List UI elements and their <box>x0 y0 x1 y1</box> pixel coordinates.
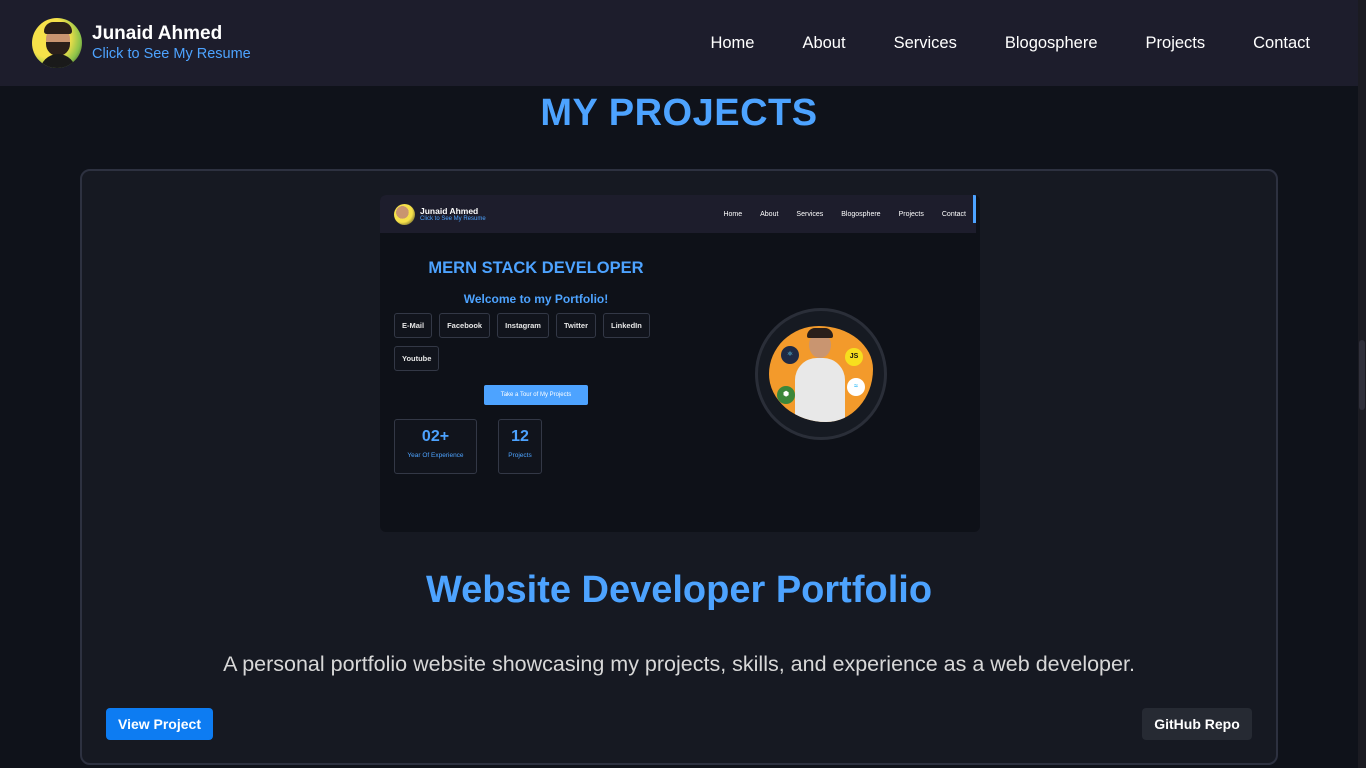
nav-contact[interactable]: Contact <box>1253 34 1310 53</box>
preview-nav-item: About <box>760 210 779 218</box>
project-description: A personal portfolio website showcasing … <box>223 652 1135 676</box>
preview-social-youtube: Youtube <box>394 346 440 371</box>
preview-stat-projects: 12 Projects <box>498 419 542 474</box>
preview-nav-item: Home <box>723 210 743 218</box>
project-card: Junaid Ahmed Click to See My Resume Home… <box>80 169 1278 765</box>
react-icon: ⚛ <box>781 346 799 364</box>
main-nav: Home About Services Blogosphere Projects… <box>710 34 1310 53</box>
preview-brand-name: Junaid Ahmed <box>420 205 479 216</box>
nav-home[interactable]: Home <box>710 34 754 53</box>
profile-avatar-icon <box>32 18 82 68</box>
preview-headline: MERN STACK DEVELOPER <box>428 259 644 277</box>
nav-services[interactable]: Services <box>894 34 957 53</box>
preview-social-facebook: Facebook <box>439 313 491 338</box>
preview-social-email: E-Mail <box>394 313 433 338</box>
preview-social-linkedin: LinkedIn <box>603 313 650 338</box>
nav-projects[interactable]: Projects <box>1146 34 1206 53</box>
preview-nav-item: Blogosphere <box>841 210 881 218</box>
top-navbar: Junaid Ahmed Click to See My Resume Home… <box>0 0 1358 86</box>
javascript-icon: JS <box>845 348 863 366</box>
preview-avatar-icon <box>394 203 415 225</box>
preview-stat-label: Projects <box>508 452 532 459</box>
nav-blogosphere[interactable]: Blogosphere <box>1005 34 1098 53</box>
tailwind-icon: ≈ <box>847 378 865 396</box>
preview-stat-value: 02+ <box>421 428 450 445</box>
resume-link[interactable]: Click to See My Resume <box>92 45 251 63</box>
brand-name: Junaid Ahmed <box>92 23 223 44</box>
preview-stat-value: 12 <box>511 428 529 445</box>
preview-stat-label: Year Of Experience <box>407 452 464 459</box>
scrollbar-thumb[interactable] <box>1359 340 1365 410</box>
preview-photo-blob: ⚛ JS ≈ ⬢ <box>769 326 873 422</box>
github-repo-button[interactable]: GitHub Repo <box>1142 708 1252 740</box>
preview-nav-item: Contact <box>941 210 966 218</box>
preview-nav-item: Projects <box>898 210 924 218</box>
preview-nav-item: Services <box>796 210 824 218</box>
preview-profile-photo: ⚛ JS ≈ ⬢ <box>755 308 887 440</box>
preview-social-links: E-Mail Facebook Instagram Twitter Linked… <box>394 313 694 371</box>
preview-stat-experience: 02+ Year Of Experience <box>394 419 477 474</box>
preview-social-instagram: Instagram <box>497 313 549 338</box>
preview-navbar: Junaid Ahmed Click to See My Resume Home… <box>380 195 976 233</box>
preview-brand: Junaid Ahmed Click to See My Resume <box>394 203 486 225</box>
preview-tour-button: Take a Tour of My Projects <box>484 385 588 405</box>
preview-resume-link: Click to See My Resume <box>420 215 486 222</box>
view-project-button[interactable]: View Project <box>106 708 213 740</box>
project-title: Website Developer Portfolio <box>425 569 933 611</box>
preview-welcome: Welcome to my Portfolio! <box>463 292 609 306</box>
brand-resume-link[interactable]: Junaid Ahmed Click to See My Resume <box>32 18 251 68</box>
page-scrollbar[interactable] <box>1358 0 1366 768</box>
project-preview-image: Junaid Ahmed Click to See My Resume Home… <box>380 195 980 532</box>
nav-about[interactable]: About <box>802 34 845 53</box>
nodejs-icon: ⬢ <box>777 386 795 404</box>
preview-scroll-indicator <box>973 195 976 223</box>
section-title: MY PROJECTS <box>540 92 818 134</box>
preview-social-twitter: Twitter <box>555 313 596 338</box>
preview-nav: Home About Services Blogosphere Projects… <box>723 211 966 218</box>
brand-text: Junaid Ahmed Click to See My Resume <box>92 23 251 63</box>
